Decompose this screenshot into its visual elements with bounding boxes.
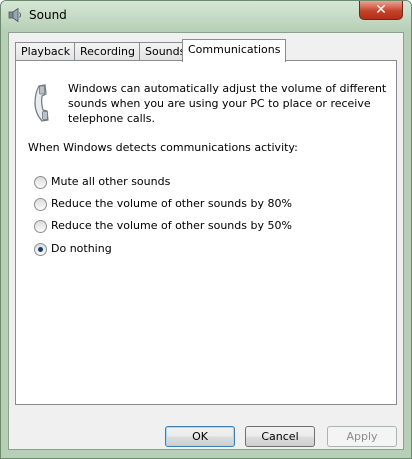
- close-button[interactable]: ✕: [359, 1, 403, 20]
- title-bar[interactable]: Sound ✕: [1, 1, 411, 29]
- tab-label: Recording: [80, 45, 136, 58]
- option-label: Reduce the volume of other sounds by 80%: [51, 197, 292, 210]
- tab-label: Sounds: [145, 45, 186, 58]
- sound-dialog-window: Sound ✕ Playback Recording Sounds Commun…: [0, 0, 412, 459]
- tab-recording[interactable]: Recording: [74, 42, 142, 61]
- description-text: Windows can automatically adjust the vol…: [68, 82, 387, 125]
- window-title: Sound: [29, 8, 67, 22]
- option-label: Do nothing: [51, 242, 112, 255]
- tab-communications[interactable]: Communications: [182, 39, 287, 62]
- radio-button[interactable]: [34, 198, 47, 211]
- communications-panel: Windows can automatically adjust the vol…: [15, 60, 397, 405]
- radio-button[interactable]: [34, 176, 47, 189]
- radio-button-checked[interactable]: [34, 243, 47, 256]
- tab-label: Communications: [188, 43, 281, 56]
- option-label: Mute all other sounds: [51, 175, 171, 188]
- cancel-button[interactable]: Cancel: [245, 426, 315, 447]
- option-label: Reduce the volume of other sounds by 50%: [51, 219, 292, 232]
- speaker-icon: [8, 7, 24, 23]
- dialog-client-area: Playback Recording Sounds Communications…: [8, 32, 404, 450]
- apply-button[interactable]: Apply: [327, 426, 397, 447]
- detect-activity-label: When Windows detects communications acti…: [28, 141, 298, 154]
- tab-playback[interactable]: Playback: [15, 42, 77, 61]
- tab-label: Playback: [21, 45, 71, 58]
- telephone-icon: [30, 83, 56, 123]
- ok-button[interactable]: OK: [165, 426, 235, 447]
- radio-button[interactable]: [34, 220, 47, 233]
- close-icon: ✕: [375, 2, 387, 18]
